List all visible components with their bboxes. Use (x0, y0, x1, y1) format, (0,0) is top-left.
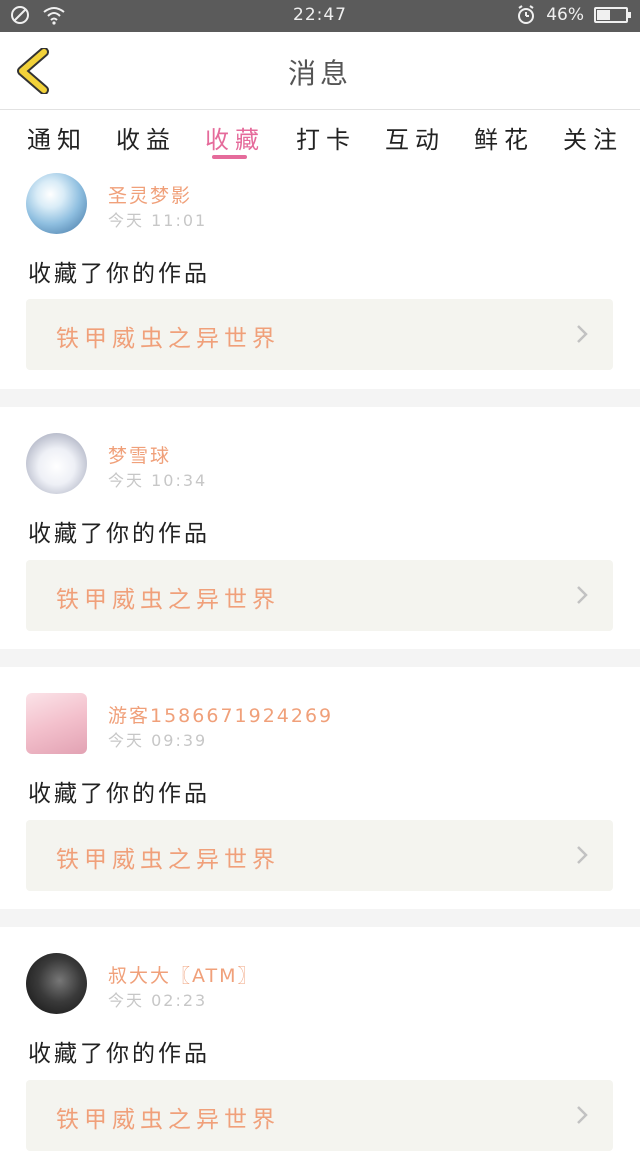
action-text: 收藏了你的作品 (28, 521, 210, 547)
action-text: 收藏了你的作品 (28, 261, 210, 287)
work-link[interactable]: 铁甲威虫之异世界 (26, 820, 613, 891)
battery-level (597, 10, 610, 20)
message-card: 圣灵梦影 今天 11:01 收藏了你的作品 铁甲威虫之异世界 (0, 164, 640, 388)
tab-notice[interactable]: 通知 (27, 120, 87, 155)
message-time: 今天 10:34 (108, 471, 208, 490)
message-card: 游客15866719242​69 今天 09:39 收藏了你的作品 铁甲威虫之异… (0, 667, 640, 909)
avatar[interactable] (26, 693, 87, 754)
chevron-right-icon (577, 325, 588, 343)
action-text: 收藏了你的作品 (28, 1041, 210, 1067)
work-title: 铁甲威虫之异世界 (56, 1107, 280, 1133)
tab-favorites[interactable]: 收藏 (205, 120, 265, 155)
battery-percent: 46% (546, 5, 584, 25)
chevron-right-icon (577, 586, 588, 604)
message-card: 叔大大〖ATM〗 今天 02:23 收藏了你的作品 铁甲威虫之异世界 (0, 927, 640, 1151)
chevron-right-icon (577, 1106, 588, 1124)
message-time: 今天 09:39 (108, 731, 208, 750)
page-title: 消息 (287, 57, 352, 90)
message-time: 今天 02:23 (108, 991, 208, 1010)
tab-follow[interactable]: 关注 (563, 120, 623, 155)
tab-earnings[interactable]: 收益 (116, 120, 176, 155)
avatar[interactable] (26, 173, 87, 234)
avatar[interactable] (26, 953, 87, 1014)
header: 消息 (0, 32, 640, 110)
work-title: 铁甲威虫之异世界 (56, 587, 280, 613)
message-card: 梦雪球 今天 10:34 收藏了你的作品 铁甲威虫之异世界 (0, 407, 640, 649)
tab-checkin[interactable]: 打卡 (296, 120, 356, 155)
avatar[interactable] (26, 433, 87, 494)
work-title: 铁甲威虫之异世界 (56, 326, 280, 352)
work-title: 铁甲威虫之异世界 (56, 847, 280, 873)
username[interactable]: 游客15866719242​69 (108, 701, 333, 728)
tab-bar: 通知 收益 收藏 打卡 互动 鲜花 关注 (0, 110, 640, 164)
tab-flowers[interactable]: 鲜花 (474, 120, 534, 155)
alarm-icon (518, 5, 535, 24)
tab-interaction[interactable]: 互动 (385, 120, 445, 155)
divider (0, 909, 640, 927)
message-time: 今天 11:01 (108, 211, 208, 230)
username[interactable]: 梦雪球 (108, 441, 171, 468)
battery-icon (594, 7, 631, 23)
status-bar: 22:47 46% (0, 0, 640, 32)
username[interactable]: 圣灵梦影 (108, 181, 192, 208)
chevron-right-icon (577, 846, 588, 864)
work-link[interactable]: 铁甲威虫之异世界 (26, 560, 613, 631)
work-link[interactable]: 铁甲威虫之异世界 (26, 1080, 613, 1151)
active-tab-indicator (212, 155, 247, 159)
username[interactable]: 叔大大〖ATM〗 (108, 961, 259, 988)
action-text: 收藏了你的作品 (28, 781, 210, 807)
work-link[interactable]: 铁甲威虫之异世界 (26, 299, 613, 370)
divider (0, 389, 640, 407)
divider (0, 649, 640, 667)
